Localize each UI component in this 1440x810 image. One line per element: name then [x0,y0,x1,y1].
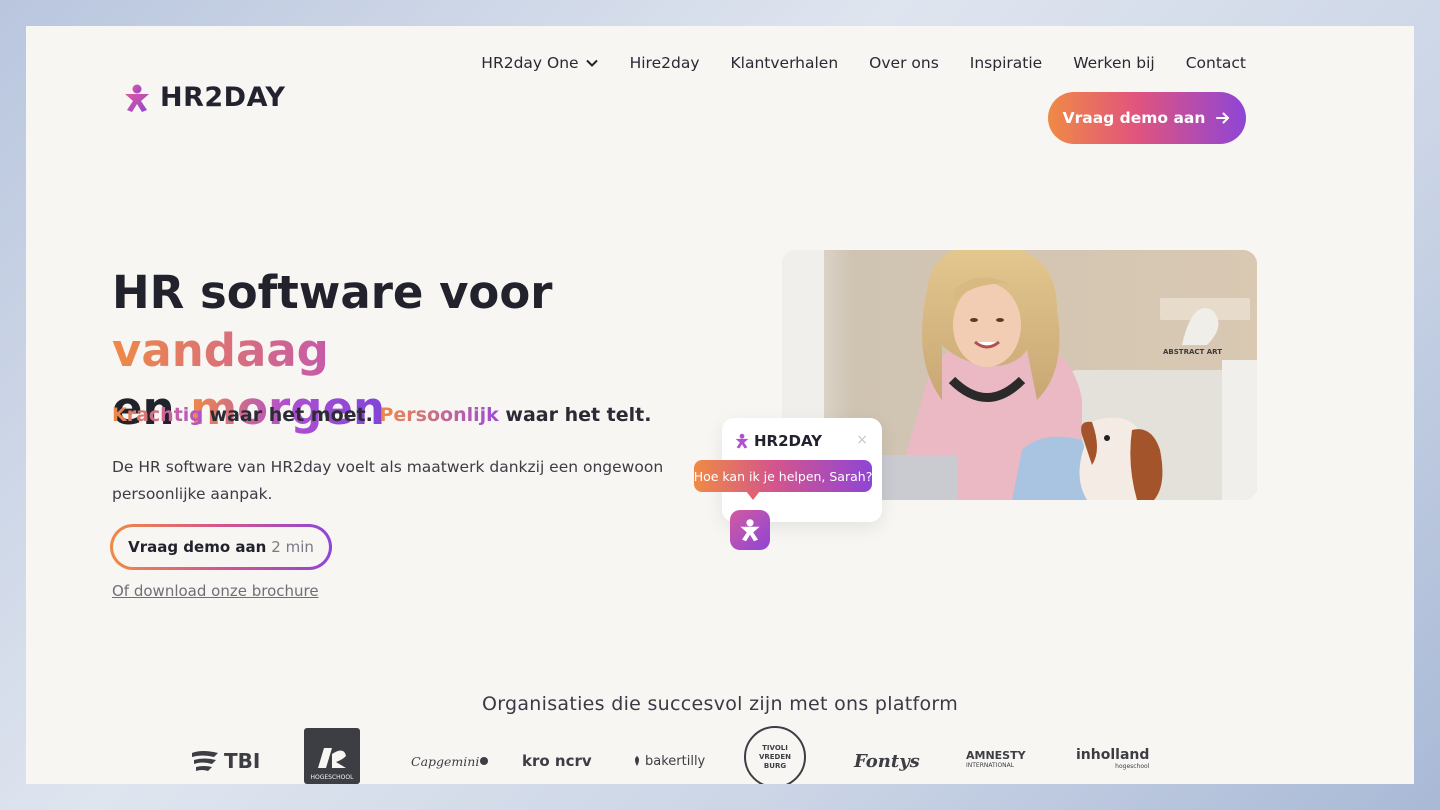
hero-title-part1: HR software voor [112,266,553,319]
logo-inholland-subtext: hogeschool [1115,763,1150,770]
logo-inholland-text: inholland [1076,747,1150,763]
chat-launcher-button[interactable] [730,510,770,550]
logo-inholland: inholland hogeschool [1076,738,1149,784]
nav-item-over-ons[interactable]: Over ons [869,54,939,72]
nav-item-contact[interactable]: Contact [1186,54,1246,72]
brochure-download-link[interactable]: Of download onze brochure [112,582,319,600]
logo-tbi-text: TBI [224,749,261,773]
logo-amnesty-subtext: INTERNATIONAL [966,762,1015,769]
hero-title-highlight-vandaag: vandaag [112,324,329,377]
nav-item-inspiratie[interactable]: Inspiratie [970,54,1042,72]
photo-sign-text: ABSTRACT ART [1163,348,1222,356]
hero-description: De HR software van HR2day voelt als maat… [112,458,664,503]
logo-capgemini-text: Capgemini [411,753,480,769]
logo-bakertilly-text: bakertilly [645,753,706,769]
main-nav: HR2day One Hire2day Klantverhalen Over o… [481,54,1246,72]
logo-capgemini: Capgemini [411,738,489,784]
tagline-krachtig: Krachtig [112,404,203,426]
chat-brand: HR2DAY [734,432,822,450]
logo-fontys-text: Fontys [854,750,920,772]
nav-item-klantverhalen[interactable]: Klantverhalen [731,54,839,72]
hero-tagline: Krachtig waar het moet. Persoonlijk waar… [112,404,651,426]
logo-figure-icon [125,84,149,112]
logo-amnesty-text: AMNESTY [966,749,1026,762]
tagline-persoonlijk: Persoonlijk [379,404,499,426]
bakertilly-mark-icon [635,756,639,766]
page: HR2DAY HR2day One Hire2day Klantverhalen… [26,26,1414,784]
nav-item-hr2day-one[interactable]: HR2day One [481,54,598,72]
capgemini-spade-icon [480,757,489,765]
request-demo-button[interactable]: Vraag demo aan [1048,92,1246,144]
hero-demo-button-inner: Vraag demo aan 2 min [113,527,329,567]
tagline-part1: waar het moet. [202,404,380,426]
organizations-title: Organisaties die succesvol zijn met ons … [481,693,959,715]
tbi-mark-icon [192,751,218,771]
logo-kro-ncrv: kro ncrv [522,738,592,784]
chevron-down-icon [585,59,598,67]
logo-tivoli-text: TIVOLI VREDEN BURG [758,743,792,770]
chat-message-bubble: Hoe kan ik je helpen, Sarah? [694,460,872,492]
brand-name: HR2DAY [160,82,286,113]
logo-bakertilly: bakertilly [632,738,705,784]
logo-amnesty: AMNESTY INTERNATIONAL [966,738,1026,784]
chat-bubble-tail [746,491,760,500]
nav-item-hire2day[interactable]: Hire2day [630,54,700,72]
logo-fontys: Fontys [854,738,920,784]
logo-hogeschool: HOGESCHOOL [304,728,360,784]
hero-demo-duration: 2 min [271,538,314,556]
request-demo-label: Vraag demo aan [1062,109,1206,127]
nav-item-werken-bij[interactable]: Werken bij [1073,54,1155,72]
logo-kro-ncrv-text: kro ncrv [522,752,592,770]
arrow-right-icon [1216,112,1230,124]
organization-logos: TBI HOGESCHOOL Capgemini kro ncrv bakert… [176,726,1176,784]
logo-tivoli-vredenburg: TIVOLI VREDEN BURG [744,726,806,784]
chat-brand-name: HR2DAY [754,432,823,450]
logo-hogeschool-text: HOGESCHOOL [310,774,354,781]
hero-demo-button[interactable]: Vraag demo aan 2 min [110,524,332,570]
logo-tbi: TBI [190,738,260,784]
logo-figure-icon [735,433,749,449]
brand-logo[interactable]: HR2DAY [122,82,285,113]
chat-figure-icon [740,519,760,542]
hero-demo-label: Vraag demo aan [128,538,267,556]
nav-item-label: HR2day One [481,54,579,72]
tagline-part2: waar het telt. [498,404,652,426]
hogeschool-mark-icon [318,748,346,768]
close-icon[interactable]: × [856,432,868,448]
